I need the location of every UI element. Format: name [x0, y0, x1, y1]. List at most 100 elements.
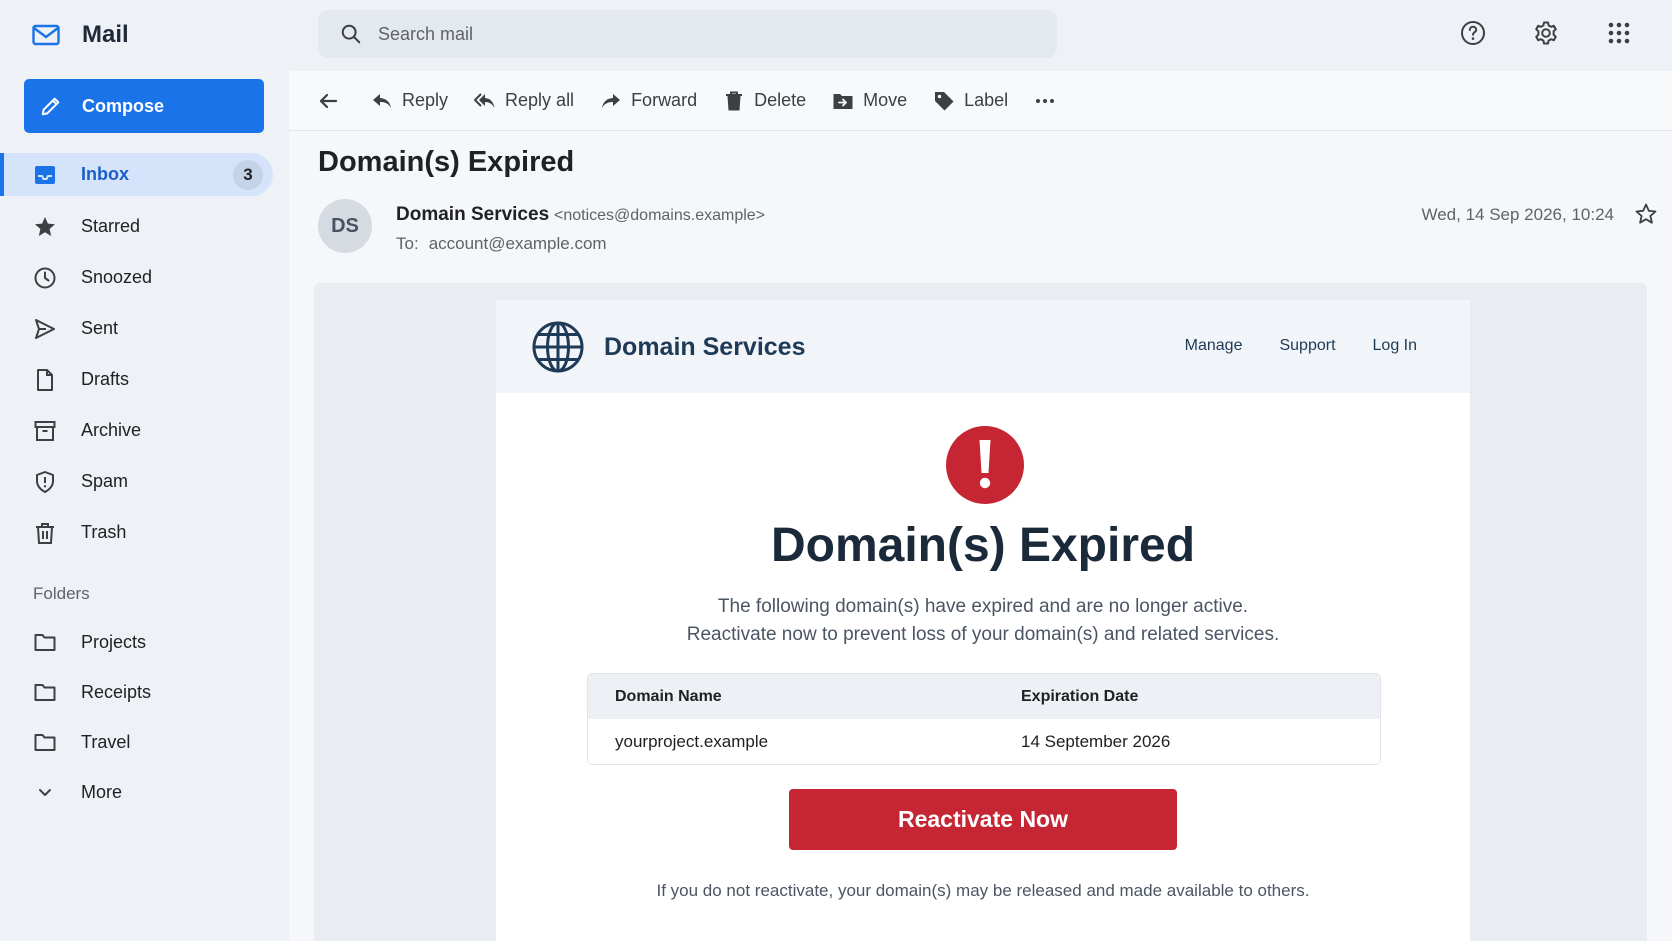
email-footnote: If you do not reactivate, your domain(s)…: [656, 881, 1310, 900]
back-button[interactable]: [317, 90, 339, 112]
clock-icon: [34, 267, 56, 288]
sidebar-item-label: Trash: [81, 522, 127, 542]
column-header-expiration: Expiration Date: [1021, 687, 1139, 705]
sidebar-item-projects[interactable]: Projects: [0, 617, 289, 667]
email-message-line: Reactivate now to prevent loss of your d…: [686, 624, 1280, 645]
trash-icon: [726, 91, 743, 110]
forward-icon: [602, 93, 621, 108]
sidebar-item-starred[interactable]: Starred: [0, 201, 289, 252]
tag-icon: [935, 91, 954, 110]
trash-icon: [36, 522, 54, 544]
domain-name-cell: yourproject.example: [615, 732, 769, 751]
brand: Mail: [0, 0, 289, 70]
move-label: Move: [863, 90, 908, 110]
sender-name[interactable]: Domain Services: [396, 204, 549, 226]
message-toolbar: Reply Reply all Forward Delete Move Labe…: [289, 71, 1672, 131]
inbox-icon: [35, 165, 55, 184]
help-button[interactable]: [1460, 20, 1486, 46]
sidebar-item-trash[interactable]: Trash: [0, 507, 289, 558]
sidebar-item-snoozed[interactable]: Snoozed: [0, 252, 289, 303]
reactivate-now-button[interactable]: Reactivate Now: [789, 789, 1177, 850]
apps-button[interactable]: [1606, 20, 1632, 46]
email-message-line: The following domain(s) have expired and…: [717, 596, 1249, 617]
folder-icon: [34, 634, 56, 651]
mailbox-nav: Inbox 3 Starred Snoozed Sent Drafts Arch…: [0, 153, 289, 558]
sidebar-item-drafts[interactable]: Drafts: [0, 354, 289, 405]
top-bar: Search mail: [289, 0, 1672, 71]
sidebar-item-label: More: [81, 781, 123, 802]
email-nav-links: Manage Support Log In: [1185, 337, 1417, 355]
sidebar-item-spam[interactable]: Spam: [0, 456, 289, 507]
sidebar-item-label: Sent: [81, 318, 119, 338]
apps-grid-icon: [1608, 22, 1630, 44]
message-date: Wed, 14 Sep 2026, 10:24: [1421, 205, 1614, 224]
search-icon: [341, 24, 361, 44]
globe-icon: [532, 321, 584, 373]
forward-label: Forward: [631, 90, 698, 110]
message-subject: Domain(s) Expired: [318, 146, 575, 178]
mail-logo-icon: [32, 24, 60, 46]
email-brand-name: Domain Services: [604, 333, 806, 361]
domain-table: Domain Name Expiration Date yourproject.…: [587, 673, 1381, 765]
login-link[interactable]: Log In: [1373, 337, 1417, 355]
more-horizontal-icon: [1036, 98, 1055, 103]
email-headline: Domain(s) Expired: [770, 519, 1196, 572]
mail-app: Mail Compose Inbox 3 Starred Snoozed Sen…: [0, 0, 1672, 941]
settings-button[interactable]: [1533, 20, 1559, 46]
manage-link[interactable]: Manage: [1185, 337, 1243, 355]
reply-button[interactable]: Reply: [371, 90, 448, 112]
more-actions-button[interactable]: [1034, 90, 1065, 112]
archive-icon: [34, 420, 56, 441]
reply-label: Reply: [402, 90, 449, 110]
reply-all-label: Reply all: [505, 90, 575, 110]
column-header-domain: Domain Name: [615, 687, 722, 705]
app-name: Mail: [82, 21, 129, 48]
send-icon: [35, 318, 55, 339]
sidebar-item-receipts[interactable]: Receipts: [0, 667, 289, 717]
spam-icon: [36, 470, 54, 493]
help-icon: [1461, 21, 1485, 45]
avatar: DS: [318, 199, 372, 253]
move-button[interactable]: Move: [832, 90, 907, 112]
table-header: Domain Name Expiration Date: [588, 674, 1380, 719]
reply-all-button[interactable]: Reply all: [474, 90, 574, 112]
sender-email: <notices@domains.example>: [554, 207, 766, 224]
unread-count-badge: 3: [233, 159, 263, 190]
folder-icon: [34, 734, 56, 751]
top-actions: [1460, 20, 1632, 46]
pencil-icon: [41, 97, 60, 116]
sidebar-item-label: Inbox: [81, 164, 129, 184]
sidebar-item-label: Starred: [81, 216, 141, 236]
folder-list: Projects Receipts Travel More: [0, 617, 289, 817]
forward-button[interactable]: Forward: [600, 90, 697, 112]
email-brand-header: Domain Services Manage Support Log In: [496, 300, 1470, 393]
recipient-line: To: account@example.com: [396, 234, 607, 254]
sidebar-item-archive[interactable]: Archive: [0, 405, 289, 456]
delete-button[interactable]: Delete: [723, 90, 806, 112]
sidebar-item-label: Travel: [81, 731, 131, 752]
sidebar-item-label: Receipts: [81, 681, 152, 702]
message-header: DS Domain Services <notices@domains.exam…: [318, 199, 1658, 255]
sidebar-item-more[interactable]: More: [0, 767, 289, 817]
support-link[interactable]: Support: [1279, 337, 1335, 355]
to-label: To:: [396, 234, 419, 253]
folders-heading: Folders: [33, 584, 90, 603]
label-button[interactable]: Label: [933, 90, 1008, 112]
compose-label: Compose: [82, 95, 165, 116]
star-outline-icon[interactable]: [1634, 202, 1658, 226]
compose-button[interactable]: Compose: [24, 79, 264, 133]
sidebar-item-travel[interactable]: Travel: [0, 717, 289, 767]
sidebar-item-label: Archive: [81, 420, 142, 440]
draft-icon: [37, 368, 53, 391]
sidebar-item-inbox[interactable]: Inbox 3: [0, 153, 273, 196]
table-row: yourproject.example 14 September 2026: [588, 719, 1380, 764]
sidebar: Mail Compose Inbox 3 Starred Snoozed Sen…: [0, 0, 289, 941]
message-view: Search mail Reply Reply all Forward Dele…: [289, 0, 1672, 941]
search-input[interactable]: Search mail: [318, 10, 1057, 58]
sidebar-item-sent[interactable]: Sent: [0, 303, 289, 354]
expiration-date-cell: 14 September 2026: [1021, 732, 1171, 751]
sidebar-item-label: Drafts: [81, 369, 130, 389]
email-content: Domain Services Manage Support Log In Do…: [496, 300, 1470, 941]
reply-icon: [373, 93, 391, 108]
email-message: The following domain(s) have expired and…: [496, 593, 1470, 649]
